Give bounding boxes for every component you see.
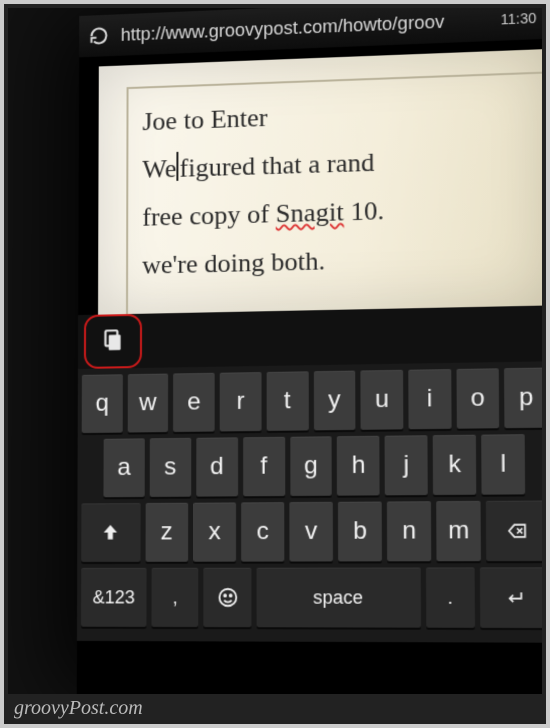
key-z[interactable]: z — [145, 503, 188, 562]
space-key[interactable]: space — [256, 567, 420, 627]
key-o[interactable]: o — [456, 368, 499, 428]
keyboard-row-4: &123 , space . — [81, 567, 542, 628]
editor-text: 10. — [344, 196, 384, 227]
shift-key[interactable] — [81, 503, 140, 562]
key-x[interactable]: x — [193, 502, 236, 561]
clock: 11:30 — [501, 10, 541, 28]
key-u[interactable]: u — [361, 370, 404, 430]
editor-text: Joe to Enter — [142, 103, 267, 136]
key-c[interactable]: c — [241, 502, 284, 561]
editor-text: figured that a rand — [179, 148, 374, 183]
watermark: groovyPost.com — [14, 697, 143, 720]
period-key[interactable]: . — [426, 567, 475, 627]
key-a[interactable]: a — [103, 438, 144, 497]
phone-screen: http://www.groovypost.com/howto/groov 11… — [77, 8, 542, 694]
key-w[interactable]: w — [127, 374, 168, 433]
emoji-key[interactable] — [204, 568, 252, 627]
refresh-icon[interactable] — [87, 24, 111, 49]
key-f[interactable]: f — [243, 437, 285, 496]
url-field[interactable]: http://www.groovypost.com/howto/groov — [121, 9, 490, 45]
editor-text: we're doing both. — [142, 246, 325, 280]
address-bar: http://www.groovypost.com/howto/groov 11… — [79, 8, 542, 57]
editor-text: We — [142, 154, 176, 184]
key-s[interactable]: s — [150, 438, 191, 497]
key-g[interactable]: g — [290, 436, 332, 496]
key-q[interactable]: q — [82, 374, 123, 433]
key-v[interactable]: v — [289, 502, 333, 562]
comma-key[interactable]: , — [151, 568, 198, 627]
key-l[interactable]: l — [481, 434, 525, 495]
key-y[interactable]: y — [313, 371, 355, 431]
web-page[interactable]: Joe to Enter Wefigured that a rand free … — [98, 49, 542, 315]
key-h[interactable]: h — [337, 436, 380, 496]
spelling-error: Snagit — [276, 197, 344, 228]
key-k[interactable]: k — [433, 435, 476, 495]
keyboard-row-3: zxcvbnm — [81, 500, 542, 561]
key-d[interactable]: d — [196, 437, 238, 496]
backspace-key[interactable] — [486, 500, 542, 561]
paste-icon[interactable] — [90, 320, 134, 361]
key-m[interactable]: m — [436, 501, 481, 561]
keyboard-row-2: asdfghjkl — [81, 434, 542, 497]
key-j[interactable]: j — [385, 435, 428, 495]
editor-text: free copy of — [142, 199, 276, 232]
text-cursor — [176, 152, 178, 181]
enter-key[interactable] — [480, 567, 542, 628]
on-screen-keyboard: qwertyuiop asdfghjkl zxcvbnm &123 , — [77, 361, 542, 642]
key-t[interactable]: t — [266, 371, 308, 431]
key-n[interactable]: n — [387, 501, 431, 561]
key-p[interactable]: p — [504, 368, 542, 429]
symbols-key[interactable]: &123 — [81, 568, 147, 627]
key-e[interactable]: e — [173, 373, 214, 432]
suggestion-bar — [78, 305, 542, 369]
key-b[interactable]: b — [338, 502, 382, 562]
keyboard-row-1: qwertyuiop — [82, 368, 542, 434]
key-r[interactable]: r — [220, 372, 262, 431]
text-editor[interactable]: Joe to Enter Wefigured that a rand free … — [126, 71, 542, 314]
key-i[interactable]: i — [408, 369, 451, 429]
